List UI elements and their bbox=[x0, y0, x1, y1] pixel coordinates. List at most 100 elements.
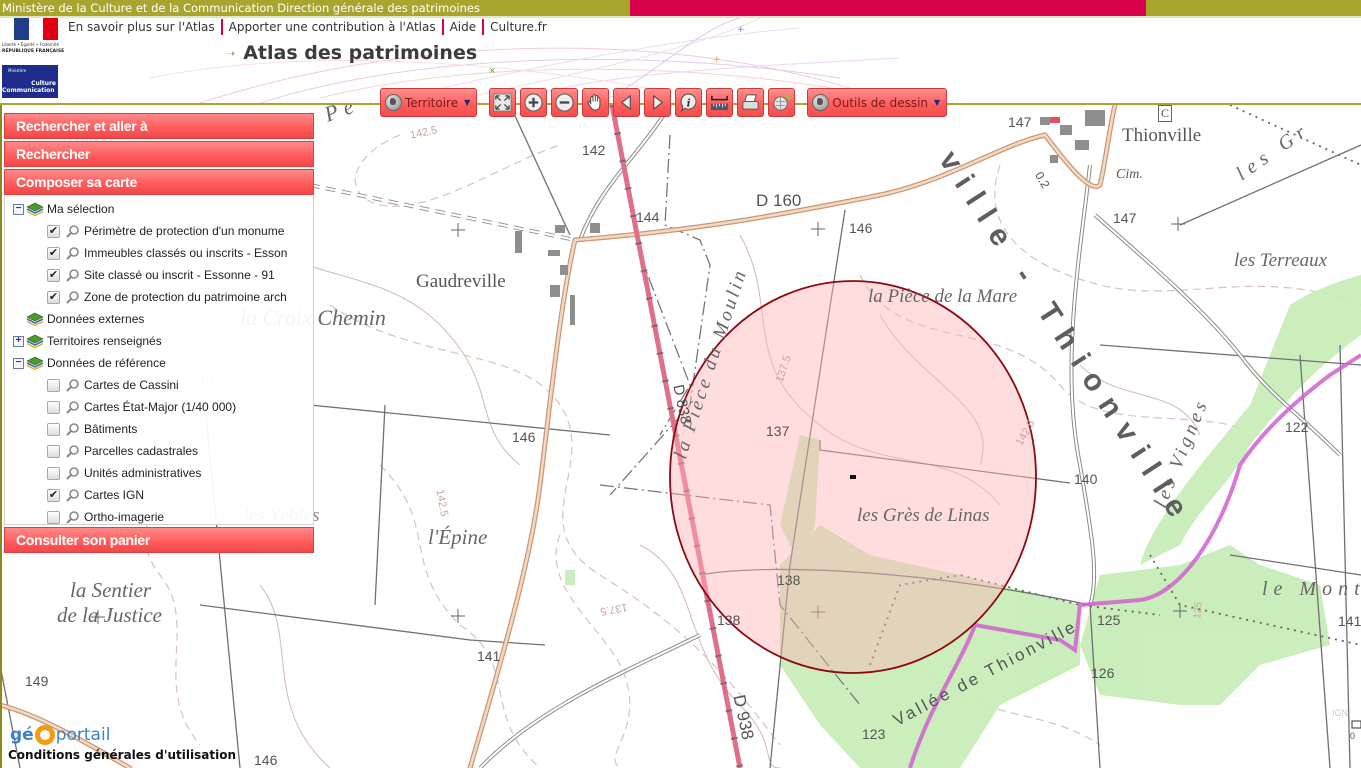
elevation-label: 138 bbox=[717, 612, 741, 628]
zoom-to-layer-icon[interactable] bbox=[66, 268, 80, 282]
terms-of-use-link[interactable]: Conditions générales d'utilisation bbox=[8, 748, 236, 762]
layer-checkbox[interactable]: ✔ bbox=[47, 268, 60, 282]
zoom-to-layer-icon[interactable] bbox=[66, 510, 80, 524]
place-thionville: Thionville bbox=[1122, 125, 1202, 146]
tree-group-ma-selection[interactable]: − Ma sélection bbox=[9, 198, 313, 220]
app-title-text: Atlas des patrimoines bbox=[243, 42, 478, 64]
layer-checkbox[interactable] bbox=[47, 378, 60, 392]
panel-compose-map[interactable]: Composer sa carte bbox=[4, 169, 314, 195]
drawing-tools-dropdown[interactable]: Outils de dessin ▼ bbox=[807, 88, 948, 117]
tree-group-label: Territoires renseignés bbox=[47, 334, 162, 348]
link-help[interactable]: Aide bbox=[444, 19, 485, 35]
layer-checkbox[interactable]: ✔ bbox=[47, 290, 60, 304]
layer-checkbox[interactable] bbox=[47, 444, 60, 458]
tree-group-territoires[interactable]: + Territoires renseignés bbox=[9, 330, 313, 352]
tree-group-donnees-externes[interactable]: Données externes bbox=[9, 308, 313, 330]
page-left-border bbox=[0, 105, 2, 768]
layer-item[interactable]: Cartes État-Major (1/40 000) bbox=[9, 396, 313, 418]
elevation-label: 138 bbox=[777, 572, 801, 588]
zoom-to-layer-icon[interactable] bbox=[66, 422, 80, 436]
zoom-out-button[interactable] bbox=[551, 88, 579, 117]
layer-item[interactable]: ✔ Zone de protection du patrimoine arch bbox=[9, 286, 313, 308]
church-marker: C bbox=[1158, 105, 1173, 122]
ministere-small-label: Ministère bbox=[8, 68, 27, 73]
territoire-dropdown[interactable]: Territoire ▼ bbox=[380, 88, 478, 117]
zoom-to-layer-icon[interactable] bbox=[66, 444, 80, 458]
geoportail-logo[interactable]: g é portail bbox=[10, 725, 110, 745]
zoom-in-button[interactable] bbox=[520, 88, 548, 117]
layer-label: Unités administratives bbox=[84, 466, 202, 480]
republique-francaise-logo: Liberté • Égalité • Fraternité RÉPUBLIQU… bbox=[2, 18, 64, 60]
layer-item[interactable]: Bâtiments bbox=[9, 418, 313, 440]
geoportail-rest: portail bbox=[55, 725, 111, 745]
place-de-la-justice: de la Justice bbox=[57, 603, 162, 627]
elevation-label: 142 bbox=[582, 142, 606, 158]
globe-icon bbox=[812, 94, 830, 111]
place-la-piece-de-la-mare: la Pièce de la Mare bbox=[868, 286, 1018, 307]
print-button[interactable] bbox=[737, 88, 765, 117]
zoom-to-layer-icon[interactable] bbox=[66, 488, 80, 502]
layer-checkbox[interactable] bbox=[47, 466, 60, 480]
layer-checkbox[interactable] bbox=[47, 400, 60, 414]
chevron-down-icon: ▼ bbox=[934, 98, 941, 107]
collapse-icon[interactable]: − bbox=[13, 357, 24, 369]
tree-group-label: Données externes bbox=[47, 312, 145, 326]
arrow-right-icon: ➝ bbox=[226, 46, 236, 60]
expand-icon[interactable]: + bbox=[13, 335, 24, 347]
svg-text:i: i bbox=[687, 97, 691, 109]
zoom-to-layer-icon[interactable] bbox=[66, 378, 80, 392]
flag-icon bbox=[14, 18, 58, 40]
territoire-label: Territoire bbox=[405, 95, 459, 110]
measure-button[interactable] bbox=[706, 88, 734, 117]
sidebar: Rechercher et aller à Rechercher Compose… bbox=[4, 113, 314, 555]
elevation-label: 147 bbox=[1113, 210, 1137, 226]
layer-checkbox[interactable]: ✔ bbox=[47, 246, 60, 260]
elevation-label: 125 bbox=[1192, 601, 1205, 620]
elevation-label: 141 bbox=[1338, 613, 1361, 629]
ministere-culture-logo: Ministère Culture Communication bbox=[2, 65, 58, 98]
panel-search-goto[interactable]: Rechercher et aller à bbox=[4, 113, 314, 139]
layer-checkbox[interactable]: ✔ bbox=[47, 224, 60, 238]
road-d160: D 160 bbox=[756, 191, 802, 210]
link-about-atlas[interactable]: En savoir plus sur l'Atlas bbox=[66, 19, 223, 35]
panel-search[interactable]: Rechercher bbox=[4, 141, 314, 167]
link-contribute[interactable]: Apporter une contribution à l'Atlas bbox=[223, 19, 444, 35]
previous-view-button[interactable] bbox=[613, 88, 641, 117]
full-extent-button[interactable] bbox=[489, 88, 517, 117]
layer-item[interactable]: ✔ Site classé ou inscrit - Essonne - 91 bbox=[9, 264, 313, 286]
zoom-to-layer-icon[interactable] bbox=[66, 400, 80, 414]
elevation-label: 149 bbox=[25, 673, 49, 689]
export-map-button[interactable] bbox=[768, 88, 796, 117]
collapse-icon[interactable]: − bbox=[13, 203, 24, 215]
zoom-to-layer-icon[interactable] bbox=[66, 290, 80, 304]
geoportail-e: é bbox=[22, 725, 34, 745]
elevation-label: 140 bbox=[1074, 471, 1098, 487]
zoom-to-layer-icon[interactable] bbox=[66, 224, 80, 238]
layer-checkbox[interactable]: ✔ bbox=[47, 488, 60, 502]
layers-icon bbox=[26, 312, 44, 326]
layer-item[interactable]: Ortho-imagerie bbox=[9, 506, 313, 524]
layer-item[interactable]: ✔ Cartes IGN bbox=[9, 484, 313, 506]
zoom-to-layer-icon[interactable] bbox=[66, 246, 80, 260]
layer-item[interactable]: Cartes de Cassini bbox=[9, 374, 313, 396]
info-button[interactable]: i bbox=[675, 88, 703, 117]
elevation-label: 125 bbox=[1097, 612, 1121, 628]
layer-item[interactable]: ✔ Immeubles classés ou inscrits - Esson bbox=[9, 242, 313, 264]
scale-zero-label: 0 bbox=[1350, 731, 1356, 741]
layer-item[interactable]: Unités administratives bbox=[9, 462, 313, 484]
elevation-label: 137 bbox=[766, 423, 790, 439]
layer-checkbox[interactable] bbox=[47, 510, 60, 524]
ministere-communication-label: Communication bbox=[2, 87, 55, 94]
link-culture-fr[interactable]: Culture.fr bbox=[484, 19, 553, 35]
layer-item[interactable]: Parcelles cadastrales bbox=[9, 440, 313, 462]
republique-motto: Liberté • Égalité • Fraternité bbox=[2, 42, 59, 47]
zoom-to-layer-icon[interactable] bbox=[66, 466, 80, 480]
layer-item[interactable]: ✔ Périmètre de protection d'un monume bbox=[9, 220, 313, 242]
tree-group-donnees-reference[interactable]: − Données de référence bbox=[9, 352, 313, 374]
layer-checkbox[interactable] bbox=[47, 422, 60, 436]
elevation-label: 146 bbox=[512, 429, 536, 445]
panel-basket[interactable]: Consulter son panier bbox=[4, 527, 314, 553]
next-view-button[interactable] bbox=[644, 88, 672, 117]
pan-button[interactable] bbox=[582, 88, 610, 117]
layer-label: Immeubles classés ou inscrits - Esson bbox=[84, 246, 288, 260]
